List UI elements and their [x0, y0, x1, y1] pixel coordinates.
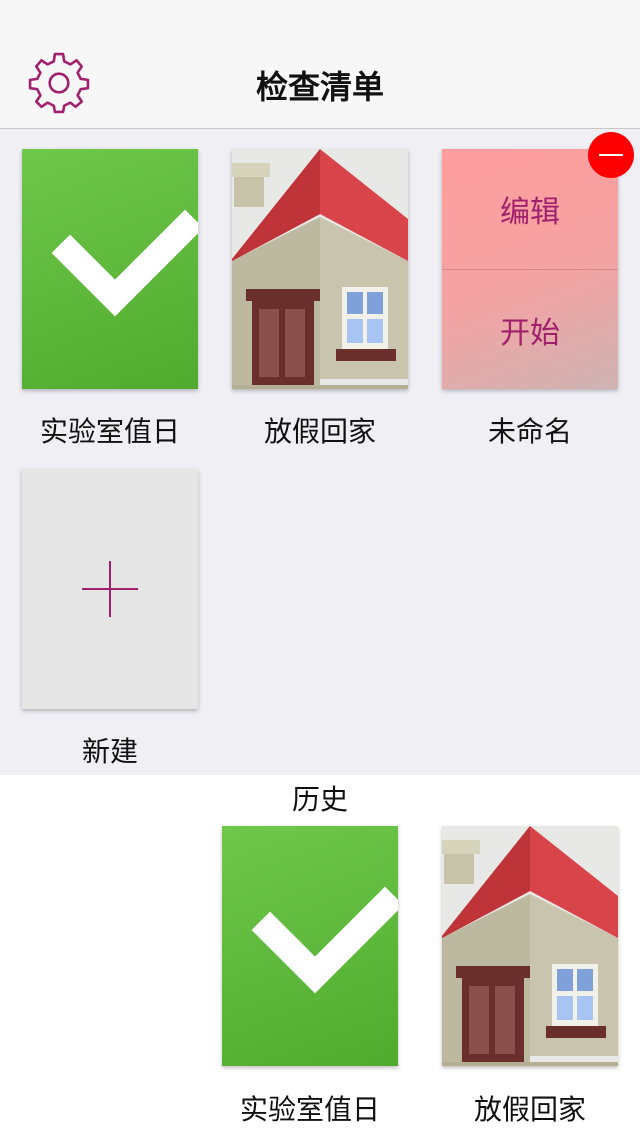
delete-button[interactable]	[588, 132, 634, 178]
checklist-card-lab-duty[interactable]	[22, 149, 198, 389]
page-title: 检查清单	[255, 68, 384, 106]
checklist-label: 放假回家	[263, 415, 376, 448]
history-card-go-home[interactable]	[442, 826, 618, 1066]
checklist-card-untitled: 编辑 开始	[442, 149, 618, 389]
history-card-lab-duty[interactable]	[222, 826, 398, 1066]
new-checklist-button[interactable]	[22, 469, 198, 709]
checkmark-icon	[51, 209, 198, 317]
house-icon	[442, 826, 618, 1066]
new-label: 新建	[81, 735, 138, 768]
checklist-card-go-home[interactable]	[232, 149, 408, 389]
house-icon	[232, 149, 408, 389]
history-title: 历史	[291, 783, 348, 816]
checklist-label: 实验室值日	[39, 415, 180, 448]
navigation-bar: 检查清单	[0, 0, 640, 129]
checklist-label: 未命名	[487, 415, 572, 448]
history-label: 放假回家	[473, 1093, 586, 1126]
checkmark-icon	[251, 886, 398, 994]
start-button[interactable]: 开始	[442, 270, 618, 389]
history-label: 实验室值日	[239, 1093, 380, 1126]
plus-icon	[82, 561, 138, 617]
